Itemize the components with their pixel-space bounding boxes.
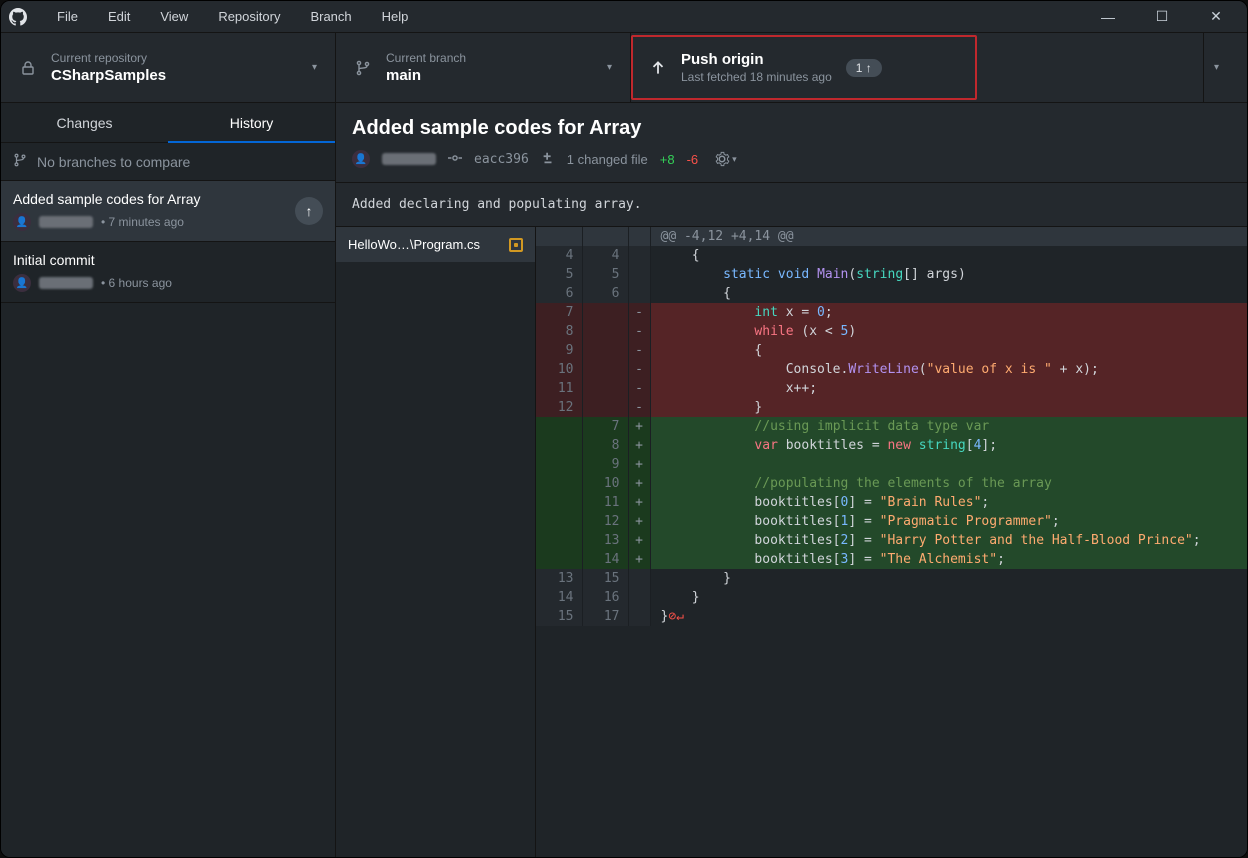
- commit-item-title: Added sample codes for Array: [13, 191, 323, 207]
- push-dropdown[interactable]: ▾: [1203, 33, 1229, 102]
- diff-icon: [541, 151, 555, 168]
- diff-line: 12+ booktitles[1] = "Pragmatic Programme…: [536, 512, 1247, 531]
- author-blur: [39, 216, 93, 228]
- tab-history[interactable]: History: [168, 103, 335, 143]
- github-logo: [9, 8, 27, 26]
- lock-icon: [19, 60, 37, 76]
- diff-view[interactable]: @@ -4,12 +4,14 @@44 {55 static void Main…: [536, 227, 1247, 857]
- chevron-down-icon: ▾: [312, 62, 317, 73]
- menu-help[interactable]: Help: [368, 5, 423, 28]
- commit-item[interactable]: Added sample codes for Array 👤 • 7 minut…: [1, 181, 335, 242]
- branch-label: Current branch: [386, 51, 466, 65]
- modified-icon: [509, 238, 523, 252]
- push-origin-button[interactable]: Push origin Last fetched 18 minutes ago …: [649, 51, 929, 84]
- repo-name: CSharpSamples: [51, 67, 166, 84]
- menu-file[interactable]: File: [43, 5, 92, 28]
- diff-line: 55 static void Main(string[] args): [536, 265, 1247, 284]
- commit-title: Added sample codes for Array: [352, 117, 1231, 140]
- deletions: -6: [687, 152, 699, 167]
- commit-header: Added sample codes for Array 👤 eacc396 1…: [336, 103, 1247, 183]
- changed-files[interactable]: 1 changed file: [567, 152, 648, 167]
- diff-line: 1315 }: [536, 569, 1247, 588]
- diff-line: 7+ //using implicit data type var: [536, 417, 1247, 436]
- additions: +8: [660, 152, 675, 167]
- current-repository-selector[interactable]: Current repository CSharpSamples ▾: [1, 33, 336, 102]
- file-path: HelloWo…\Program.cs: [348, 237, 480, 252]
- author-blur: [39, 277, 93, 289]
- menu-view[interactable]: View: [146, 5, 202, 28]
- commit-icon: [448, 151, 462, 168]
- diff-line: 10+ //populating the elements of the arr…: [536, 474, 1247, 493]
- diff-line: 1517}⊘↵: [536, 607, 1247, 626]
- minimize-button[interactable]: —: [1085, 2, 1131, 32]
- push-subtitle: Last fetched 18 minutes ago: [681, 70, 832, 84]
- git-branch-icon: [13, 153, 27, 170]
- compare-text: No branches to compare: [37, 154, 190, 170]
- commit-item-title: Initial commit: [13, 252, 323, 268]
- commit-item[interactable]: Initial commit 👤 • 6 hours ago: [1, 242, 335, 303]
- diff-line: 14+ booktitles[3] = "The Alchemist";: [536, 550, 1247, 569]
- maximize-button[interactable]: ☐: [1139, 2, 1185, 32]
- diff-line: 44 {: [536, 246, 1247, 265]
- diff-line: 11+ booktitles[0] = "Brain Rules";: [536, 493, 1247, 512]
- diff-line: 11- x++;: [536, 379, 1247, 398]
- tab-changes[interactable]: Changes: [1, 103, 168, 143]
- repo-label: Current repository: [51, 51, 166, 65]
- diff-line: 13+ booktitles[2] = "Harry Potter and th…: [536, 531, 1247, 550]
- menu-repository[interactable]: Repository: [204, 5, 294, 28]
- diff-line: 9+: [536, 455, 1247, 474]
- diff-line: 12- }: [536, 398, 1247, 417]
- commit-time: • 6 hours ago: [101, 276, 172, 290]
- diff-line: @@ -4,12 +4,14 @@: [536, 227, 1247, 246]
- avatar: 👤: [13, 213, 31, 231]
- avatar: 👤: [13, 274, 31, 292]
- menu-edit[interactable]: Edit: [94, 5, 144, 28]
- changed-file[interactable]: HelloWo…\Program.cs: [336, 227, 535, 262]
- close-button[interactable]: ✕: [1193, 2, 1239, 32]
- push-title: Push origin: [681, 51, 832, 68]
- chevron-down-icon: ▾: [607, 62, 612, 73]
- diff-line: 66 {: [536, 284, 1247, 303]
- compare-branches[interactable]: No branches to compare: [1, 143, 335, 181]
- current-branch-selector[interactable]: Current branch main ▾: [336, 33, 631, 102]
- diff-line: 8+ var booktitles = new string[4];: [536, 436, 1247, 455]
- git-branch-icon: [354, 60, 372, 76]
- diff-line: 8- while (x < 5): [536, 322, 1247, 341]
- window-controls: — ☐ ✕: [1085, 2, 1239, 32]
- diff-line: 10- Console.WriteLine("value of x is " +…: [536, 360, 1247, 379]
- ahead-badge: 1 ↑: [846, 59, 882, 77]
- push-icon: [649, 59, 667, 77]
- commit-time: • 7 minutes ago: [101, 215, 184, 229]
- commit-description: Added declaring and populating array.: [336, 183, 1247, 227]
- diff-line: 9- {: [536, 341, 1247, 360]
- push-indicator-icon: ↑: [295, 197, 323, 225]
- branch-name: main: [386, 67, 466, 84]
- avatar: 👤: [352, 150, 370, 168]
- push-origin-section: Push origin Last fetched 18 minutes ago …: [631, 33, 1247, 102]
- commit-sha[interactable]: eacc396: [474, 152, 529, 167]
- toolbar: Current repository CSharpSamples ▾ Curre…: [1, 33, 1247, 103]
- author-blur: [382, 153, 436, 165]
- diff-line: 1416 }: [536, 588, 1247, 607]
- titlebar: FileEditViewRepositoryBranchHelp — ☐ ✕: [1, 1, 1247, 33]
- gear-icon[interactable]: ▾: [714, 151, 737, 167]
- diff-line: 7- int x = 0;: [536, 303, 1247, 322]
- menu-branch[interactable]: Branch: [296, 5, 365, 28]
